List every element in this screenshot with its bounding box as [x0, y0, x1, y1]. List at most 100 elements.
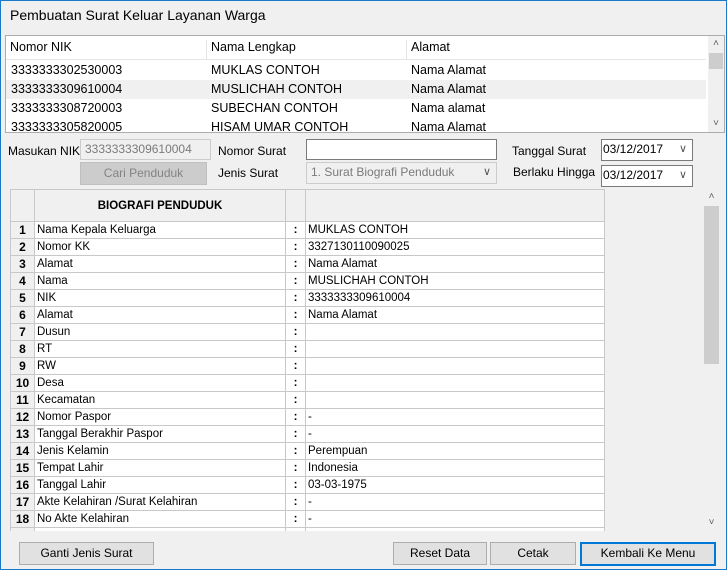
- list-item[interactable]: 3333333308720003 SUBECHAN CONTOH Nama alam…: [6, 99, 706, 118]
- table-row[interactable]: 9 RW:: [10, 357, 605, 375]
- field-label: NIK: [34, 289, 286, 307]
- table-row[interactable]: 17 Akte Kelahiran /Surat Kelahiran: -: [10, 493, 605, 511]
- field-label: Tanggal Berakhir Paspor: [34, 425, 286, 443]
- field-value: [305, 340, 605, 358]
- column-header-alamat[interactable]: Alamat: [406, 40, 450, 60]
- field-label: Alamat: [34, 255, 286, 273]
- cetak-button[interactable]: Cetak: [490, 542, 576, 565]
- separator: :: [285, 340, 306, 358]
- separator: :: [285, 374, 306, 392]
- grid-corner: [10, 189, 35, 222]
- field-value: [305, 527, 605, 531]
- row-number: 8: [10, 340, 35, 358]
- field-label: Kecamatan: [34, 391, 286, 409]
- list-item[interactable]: 3333333309610004 MUSLICHAH CONTOH Nama Ala…: [6, 80, 706, 99]
- chevron-down-icon: ∨: [678, 169, 687, 181]
- ganti-jenis-surat-button[interactable]: Ganti Jenis Surat: [19, 542, 154, 565]
- resident-list[interactable]: Nomor NIK Nama Lengkap Alamat 3333333302…: [5, 35, 725, 133]
- table-row[interactable]: 13 Tanggal Berakhir Paspor: -: [10, 425, 605, 443]
- field-label: Nomor KK: [34, 238, 286, 256]
- table-row[interactable]: 11 Kecamatan:: [10, 391, 605, 409]
- list-cell-nama: HISAM UMAR CONTOH: [211, 120, 349, 133]
- table-row[interactable]: 10 Desa:: [10, 374, 605, 392]
- row-number: 13: [10, 425, 35, 443]
- table-row[interactable]: 7 Dusun:: [10, 323, 605, 341]
- table-row[interactable]: 14 Jenis Kelamin: Perempuan: [10, 442, 605, 460]
- nik-label: Masukan NIK: [8, 144, 81, 158]
- tanggal-surat-picker[interactable]: 03/12/2017 ∨: [601, 139, 693, 161]
- row-number: 16: [10, 476, 35, 494]
- field-value: -: [305, 408, 605, 426]
- separator: :: [285, 425, 306, 443]
- scroll-thumb[interactable]: [709, 53, 723, 69]
- table-row[interactable]: 2 Nomor KK:3327130110090025: [10, 238, 605, 256]
- row-number: 12: [10, 408, 35, 426]
- separator: :: [285, 391, 306, 409]
- table-row[interactable]: 16 Tanggal Lahir:03-03-1975: [10, 476, 605, 494]
- window-title: Pembuatan Surat Keluar Layanan Warga: [10, 7, 266, 23]
- scroll-down-icon[interactable]: ˅: [703, 515, 720, 531]
- separator: :: [285, 306, 306, 324]
- tanggal-surat-value: 03/12/2017: [603, 142, 664, 156]
- list-cell-nama: MUKLAS CONTOH: [211, 63, 320, 77]
- table-row[interactable]: 5 NIK:3333333309610004: [10, 289, 605, 307]
- table-row[interactable]: 19:: [10, 527, 605, 531]
- list-cell-alamat: Nama Alamat: [411, 63, 487, 77]
- field-value: -: [305, 493, 605, 511]
- list-cell-alamat: Nama alamat: [411, 101, 486, 115]
- kembali-ke-menu-button[interactable]: Kembali Ke Menu: [580, 542, 716, 566]
- table-row[interactable]: 1 Nama Kepala Keluarga: MUKLAS CONTOH: [10, 221, 605, 239]
- field-label: Jenis Kelamin: [34, 442, 286, 460]
- chevron-down-icon: ∨: [482, 166, 491, 178]
- list-cell-nama: MUSLICHAH CONTOH: [211, 82, 343, 96]
- separator: :: [285, 476, 306, 494]
- row-number: 2: [10, 238, 35, 256]
- table-row[interactable]: 3 Alamat: Nama Alamat: [10, 255, 605, 273]
- table-row[interactable]: 8 RT:: [10, 340, 605, 358]
- list-item[interactable]: 3333333305820005 HISAM UMAR CONTOH Nama Al…: [6, 118, 706, 133]
- berlaku-hingga-picker[interactable]: 03/12/2017 ∨: [601, 165, 693, 187]
- table-row[interactable]: 12 Nomor Paspor: -: [10, 408, 605, 426]
- list-item[interactable]: 3333333302530003 MUKLAS CONTOH Nama Alamat: [6, 61, 706, 80]
- list-cell-nik: 3333333305820005: [11, 120, 123, 133]
- scroll-thumb[interactable]: [704, 206, 719, 364]
- list-header: Nomor NIK Nama Lengkap Alamat: [6, 36, 706, 60]
- field-value: 03-03-1975: [305, 476, 605, 494]
- biography-grid[interactable]: BIOGRAFI PENDUDUK 1 Nama Kepala Keluarga:…: [10, 189, 720, 531]
- field-value: Indonesia: [305, 459, 605, 477]
- field-value: [305, 357, 605, 375]
- nomor-surat-input[interactable]: [306, 139, 497, 160]
- grid-scrollbar[interactable]: ˄ ˅: [703, 189, 720, 531]
- row-number: 11: [10, 391, 35, 409]
- nik-input[interactable]: 3333333309610004: [80, 139, 211, 160]
- scroll-up-icon[interactable]: ˄: [708, 36, 724, 52]
- table-row[interactable]: 4 Nama: MUSLICHAH CONTOH: [10, 272, 605, 290]
- separator: :: [285, 289, 306, 307]
- grid-header-title: BIOGRAFI PENDUDUK: [34, 189, 286, 222]
- separator: :: [285, 357, 306, 375]
- cari-penduduk-button[interactable]: Cari Penduduk: [80, 162, 207, 185]
- scroll-up-icon[interactable]: ˄: [703, 189, 720, 205]
- field-label: Desa: [34, 374, 286, 392]
- scroll-down-icon[interactable]: ˅: [708, 116, 724, 132]
- row-number: 9: [10, 357, 35, 375]
- field-label: Nama: [34, 272, 286, 290]
- grid-header-colon: [285, 189, 306, 222]
- list-scrollbar[interactable]: ˄ ˅: [708, 36, 724, 132]
- jenis-surat-select[interactable]: 1. Surat Biografi Penduduk ∨: [306, 162, 497, 184]
- field-label: Tanggal Lahir: [34, 476, 286, 494]
- table-row[interactable]: 6 Alamat: Nama Alamat: [10, 306, 605, 324]
- table-row[interactable]: 18 No Akte Kelahiran: -: [10, 510, 605, 528]
- field-value: 3333333309610004: [305, 289, 605, 307]
- separator: :: [285, 255, 306, 273]
- reset-data-button[interactable]: Reset Data: [393, 542, 487, 565]
- column-header-nama[interactable]: Nama Lengkap: [206, 40, 296, 60]
- chevron-down-icon: ∨: [678, 143, 687, 155]
- grid-header-row: BIOGRAFI PENDUDUK: [10, 189, 605, 222]
- row-number: 19: [10, 527, 35, 531]
- field-label: Alamat: [34, 306, 286, 324]
- row-number: 4: [10, 272, 35, 290]
- table-row[interactable]: 15 Tempat Lahir: Indonesia: [10, 459, 605, 477]
- column-header-nik[interactable]: Nomor NIK: [6, 40, 72, 60]
- row-number: 10: [10, 374, 35, 392]
